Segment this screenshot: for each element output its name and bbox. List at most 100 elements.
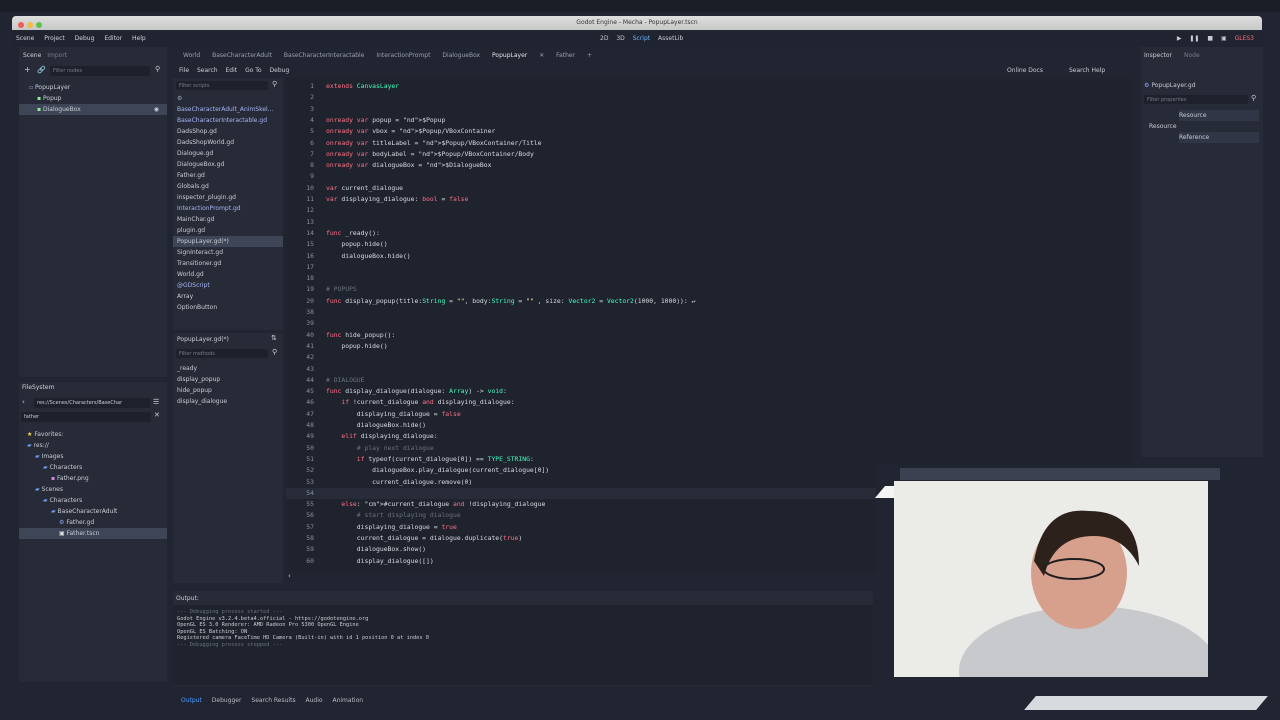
script-menu-file[interactable]: File [179,67,189,74]
menu-editor[interactable]: Editor [104,35,122,42]
code-line[interactable]: 59 dialogueBox.show() [286,544,876,555]
script-item[interactable]: DadsShop.gd [173,126,283,137]
menu-debug[interactable]: Debug [75,35,95,42]
code-line[interactable]: 45 func display_dialogue(dialogue: Array)… [286,386,876,397]
code-line[interactable]: 20 func display_popup(title:String = "", … [286,296,876,307]
code-line[interactable]: 5 onready var vbox = "nd">$Popup/VBoxCont… [286,126,876,137]
script-item[interactable]: @GDScript [173,280,283,291]
code-line[interactable]: 19 # POPUPS [286,284,876,295]
script-menu-goto[interactable]: Go To [245,67,262,74]
scene-filter-input[interactable]: Filter nodes [50,66,150,76]
maximize-window-icon[interactable] [36,22,42,28]
script-item[interactable]: SignInteract.gd [173,247,283,258]
method-item[interactable]: _ready [177,363,227,374]
play-scene-icon[interactable]: ▣ [1221,35,1227,42]
scene-tab-popuplayer[interactable]: PopupLayer [492,52,527,59]
script-item[interactable]: Father.gd [173,170,283,181]
code-line[interactable]: 52 dialogueBox.play_dialogue(current_dia… [286,465,876,476]
code-line[interactable]: 12 [286,205,876,216]
code-line[interactable]: 57 displaying_dialogue = true [286,522,876,533]
filesystem-search-input[interactable]: father [21,412,151,422]
script-item[interactable]: BaseCharacterAdult_AnimSkel... [173,104,283,115]
menu-project[interactable]: Project [44,35,65,42]
code-line[interactable]: 11 var displaying_dialogue: bool = false [286,194,876,205]
code-line[interactable]: 3 [286,104,876,115]
tab-scene[interactable]: Scene [23,52,41,59]
code-line[interactable]: 10 var current_dialogue [286,183,876,194]
tab-audio[interactable]: Audio [306,697,323,704]
add-node-icon[interactable]: + [24,65,31,74]
code-line[interactable]: 51 if typeof(current_dialogue[0]) == TYP… [286,454,876,465]
fs-folder-images[interactable]: ▰ Images [19,451,167,462]
script-item[interactable]: Dialogue.gd [173,148,283,159]
inspector-category-resource[interactable]: Resource [1149,121,1177,132]
script-menu-debug[interactable]: Debug [270,67,290,74]
tree-node-popuplayer[interactable]: ▫ PopupLayer [19,82,167,93]
code-line[interactable]: 46 if !current_dialogue and displaying_d… [286,397,876,408]
inspector-section-reference[interactable]: Reference [1179,132,1259,143]
code-line[interactable]: 15 popup.hide() [286,239,876,250]
fs-folder-scene-characters[interactable]: ▰ Characters [19,495,167,506]
fs-favorites[interactable]: ★ Favorites: [19,429,167,440]
script-item-active[interactable]: PopupLayer.gd(*) [173,236,283,247]
tab-debugger[interactable]: Debugger [212,697,242,704]
tab-output[interactable]: Output [181,697,202,704]
close-tab-icon[interactable]: ✕ [539,52,544,59]
code-line[interactable]: 16 dialogueBox.hide() [286,251,876,262]
online-docs-link[interactable]: Online Docs [1007,64,1043,78]
fs-folder-scenes[interactable]: ▰ Scenes [19,484,167,495]
script-item[interactable]: plugin.gd [173,225,283,236]
script-item[interactable]: DialogueBox.gd [173,159,283,170]
mode-2d[interactable]: 2D [600,35,608,42]
code-line[interactable]: 14 func _ready(): [286,228,876,239]
close-window-icon[interactable] [18,22,24,28]
collapse-left-icon[interactable]: ‹ [288,572,291,580]
inspector-object[interactable]: ⚙ PopupLayer.gd [1144,80,1196,91]
script-item[interactable]: Array [173,291,283,302]
fs-file-father-gd[interactable]: ⚙ Father.gd [19,517,167,528]
script-item[interactable]: Transitioner.gd [173,258,283,269]
code-line[interactable]: 50 # play next dialogue [286,443,876,454]
tree-node-popup[interactable]: ▪ Popup [19,93,167,104]
methods-filter-input[interactable]: Filter methods [176,349,268,358]
renderer-label[interactable]: GLES3 [1235,35,1254,42]
code-line[interactable]: 58 current_dialogue = dialogue.duplicate… [286,533,876,544]
fs-file-father-png[interactable]: ▪ Father.png [19,473,167,484]
menu-help[interactable]: Help [132,35,146,42]
script-menu-edit[interactable]: Edit [226,67,238,74]
code-line[interactable]: 56 # start displaying dialogue [286,510,876,521]
scene-tab-dialoguebox[interactable]: DialogueBox [442,52,480,59]
properties-filter-input[interactable]: Filter properties [1144,95,1248,104]
code-editor[interactable]: 1 extends CanvasLayer 2 3 4 onready var popup… [286,78,876,572]
script-item[interactable]: BaseCharacterInteractable.gd [173,115,283,126]
filesystem-path-field[interactable]: res://Scenes/Characters/BaseChar [34,398,150,408]
script-item[interactable]: ⚙ [173,93,283,104]
script-menu-search[interactable]: Search [197,67,218,74]
code-line[interactable]: 49 elif displaying_dialogue: [286,431,876,442]
tab-search-results[interactable]: Search Results [251,697,295,704]
code-line[interactable]: 40 func hide_popup(): [286,330,876,341]
scene-tab-father[interactable]: Father [556,52,575,59]
code-line[interactable]: 55 else: "cm">#current_dialogue and !dis… [286,499,876,510]
code-line[interactable]: 53 current_dialogue.remove(0) [286,477,876,488]
script-item[interactable]: Globals.gd [173,181,283,192]
visibility-icon[interactable]: ◉ [154,104,159,115]
split-mode-icon[interactable]: ☰ [153,398,159,406]
search-help-button[interactable]: Search Help [1069,64,1105,78]
minimize-window-icon[interactable] [27,22,33,28]
code-line[interactable]: 9 [286,171,876,182]
method-item[interactable]: hide_popup [177,385,227,396]
code-line[interactable]: 47 displaying_dialogue = false [286,409,876,420]
play-icon[interactable]: ▶ [1177,35,1182,42]
code-line[interactable]: 7 onready var bodyLabel = "nd">$Popup/VBo… [286,149,876,160]
menu-scene[interactable]: Scene [16,35,34,42]
code-line[interactable]: 60 display_dialogue([]) [286,556,876,567]
script-item[interactable]: InteractionPrompt.gd [173,203,283,214]
code-line[interactable]: 42 [286,352,876,363]
code-line[interactable]: 38 [286,307,876,318]
code-line[interactable]: 39 [286,318,876,329]
code-line[interactable]: 6 onready var titleLabel = "nd">$Popup/VB… [286,138,876,149]
code-line[interactable]: 43 [286,364,876,375]
script-item[interactable]: MainChar.gd [173,214,283,225]
method-item[interactable]: display_popup [177,374,227,385]
